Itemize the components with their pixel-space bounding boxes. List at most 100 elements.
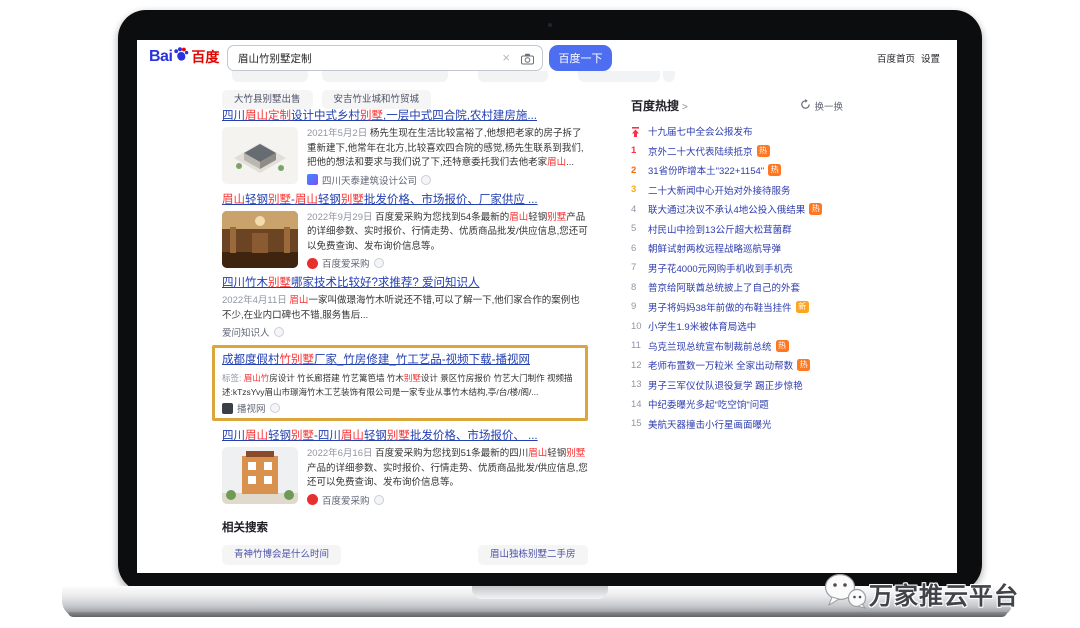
hot-search-item: 8普京给阿联酋总统披上了自己的外套: [631, 281, 843, 293]
hot-item-link[interactable]: 男子花4000元网购手机收到手机壳: [648, 261, 793, 275]
title-text: 四川: [222, 110, 245, 122]
result-thumbnail[interactable]: [222, 127, 298, 184]
logo-text-bai: Bai: [149, 48, 172, 66]
title-text: 竹别墅: [280, 354, 315, 366]
watermark-text: 万家推云平台: [869, 576, 1019, 611]
hot-item-link[interactable]: 男子三军仪仗队退役复学 踢正步惊艳: [648, 378, 803, 392]
result-source-row: 播视网: [222, 401, 577, 415]
chevron-right-icon: >: [682, 102, 688, 113]
hot-rank: 8: [631, 282, 648, 293]
hot-search-item: 231省份昨增本土"322+1154"热: [631, 164, 843, 176]
hot-rank: 12: [631, 360, 648, 371]
hot-search-item: 6朝鲜试射两枚远程战略巡航导弹: [631, 242, 843, 254]
hot-rank: 1: [631, 145, 648, 156]
source-favicon-icon: [307, 494, 318, 505]
hot-item-link[interactable]: 二十大新闻中心开始对外接待服务: [648, 183, 791, 197]
hot-search-item: 13男子三军仪仗队退役复学 踢正步惊艳: [631, 379, 843, 391]
hot-item-link[interactable]: 十九届七中全会公报发布: [648, 124, 753, 138]
title-text: 轻钢: [364, 430, 387, 442]
hot-search-item: 5村民山中捡到13公斤超大松茸菌群: [631, 223, 843, 235]
logo-text-cn: 百度: [191, 47, 219, 67]
title-text: 四川: [222, 430, 245, 442]
refresh-hot-search[interactable]: 换一换: [800, 99, 843, 113]
title-text: 哪家技术比较好?求推荐? 爱问知识人: [291, 277, 480, 289]
title-text: 眉山定制: [245, 110, 291, 122]
hot-item-link[interactable]: 普京给阿联酋总统披上了自己的外套: [648, 280, 800, 294]
laptop-base-notch: [472, 586, 608, 599]
source-more-icon[interactable]: [421, 175, 431, 185]
hot-rank: 7: [631, 262, 648, 273]
title-text: 别墅: [291, 430, 314, 442]
hot-rank: 9: [631, 301, 648, 312]
result-source-row: 爱问知识人: [222, 325, 588, 339]
source-name[interactable]: 播视网: [237, 401, 266, 415]
related-search-title: 相关搜索: [222, 519, 588, 535]
search-button[interactable]: 百度一下: [549, 45, 612, 71]
refresh-label: 换一换: [814, 99, 843, 113]
baidu-logo[interactable]: Bai 百度: [149, 46, 219, 67]
source-name[interactable]: 百度爱采购: [322, 256, 370, 270]
hot-item-link[interactable]: 京外二十大代表陆续抵京: [648, 144, 753, 158]
result-snippet: 2021年5月2日 杨先生现在生活比较富裕了,他想把老家的房子拆了重新建下,他常…: [307, 127, 588, 171]
clipped-chip[interactable]: [322, 71, 448, 82]
hot-item-link[interactable]: 村民山中捡到13公斤超大松茸菌群: [648, 222, 792, 236]
snippet-text: 2022年6月16日: [307, 448, 375, 459]
related-search-chip[interactable]: 青神竹博会是什么时间: [222, 545, 341, 565]
clear-search-icon[interactable]: ×: [502, 50, 510, 65]
hot-item-link[interactable]: 乌克兰现总统宣布制裁前总统: [648, 339, 772, 353]
result-text-block: 2021年5月2日 杨先生现在生活比较富裕了,他想把老家的房子拆了重新建下,他常…: [307, 127, 588, 187]
hot-badge: 新: [796, 301, 809, 313]
snippet-text: 眉山: [547, 157, 566, 168]
result-text-block: 标签: 眉山竹房设计 竹长廊搭建 竹艺篱笆墙 竹木别墅设计 景区竹房报价 竹艺大…: [222, 371, 577, 415]
source-name[interactable]: 爱问知识人: [222, 325, 270, 339]
clipped-chip[interactable]: [578, 71, 660, 82]
hot-item-link[interactable]: 中纪委曝光多起"吃空饷"问题: [648, 397, 769, 411]
hot-item-link[interactable]: 朝鲜试射两枚远程战略巡航导弹: [648, 241, 781, 255]
hot-search-title[interactable]: 百度热搜: [631, 99, 679, 113]
hot-search-header: 百度热搜> 换一换: [631, 97, 843, 113]
source-name[interactable]: 百度爱采购: [322, 493, 370, 507]
hot-item-link[interactable]: 美航天器撞击小行星画面曝光: [648, 417, 772, 431]
baidu-paw-icon: [173, 46, 189, 67]
source-more-icon[interactable]: [374, 258, 384, 268]
title-text: 批发价格、市场报价、 ...: [410, 430, 538, 442]
hot-item-link[interactable]: 老师布置数一万粒米 全家出动帮数: [648, 358, 793, 372]
clipped-chip[interactable]: [232, 71, 308, 82]
hot-search-item: 1京外二十大代表陆续抵京热: [631, 145, 843, 157]
result-title-link[interactable]: 四川眉山定制设计中式乡村别墅,一层中式四合院,农村建房施...: [222, 109, 588, 123]
clipped-chip[interactable]: [663, 71, 675, 82]
clipped-chip[interactable]: [478, 71, 548, 82]
nav-settings[interactable]: 设置: [921, 51, 940, 65]
snippet-text: 房设计 竹长廊搭建 竹艺篱笆墙 竹木: [269, 373, 404, 383]
hot-rank: 15: [631, 418, 648, 429]
result-thumbnail[interactable]: [222, 211, 298, 268]
source-more-icon[interactable]: [270, 403, 280, 413]
title-text: 成都度假村: [222, 354, 280, 366]
hot-item-link[interactable]: 31省份昨增本土"322+1154": [648, 163, 764, 177]
source-more-icon[interactable]: [374, 495, 384, 505]
hot-item-link[interactable]: 男子将妈妈38年前做的布鞋当挂件: [648, 300, 792, 314]
result-title-link[interactable]: 四川眉山轻钢别墅-四川眉山轻钢别墅批发价格、市场报价、 ...: [222, 429, 588, 443]
filter-chip[interactable]: 大竹县别墅出售: [222, 90, 313, 109]
hot-search-item: 十九届七中全会公报发布: [631, 125, 843, 137]
camera-search-icon[interactable]: [521, 52, 534, 70]
result-thumbnail[interactable]: [222, 447, 298, 504]
snippet-text: 眉山: [289, 295, 308, 306]
snippet-text: 百度爱采购为您找到54条最新的: [375, 212, 509, 223]
result-title-link[interactable]: 眉山轻钢别墅-眉山轻钢别墅批发价格、市场报价、厂家供应 ...: [222, 193, 588, 207]
related-search-chip[interactable]: 眉山独栋别墅二手房: [478, 545, 588, 565]
hot-item-link[interactable]: 小学生1.9米被体育局选中: [648, 319, 756, 333]
source-more-icon[interactable]: [274, 327, 284, 337]
hot-item-link[interactable]: 联大通过决议不承认4地公投入俄结果: [648, 202, 805, 216]
result-title-link[interactable]: 四川竹木别墅哪家技术比较好?求推荐? 爱问知识人: [222, 276, 588, 290]
hot-search-item: 14中纪委曝光多起"吃空饷"问题: [631, 398, 843, 410]
nav-baidu-home[interactable]: 百度首页: [877, 51, 915, 65]
title-text: 眉山: [245, 430, 268, 442]
page: Bai 百度 × 百度一下 百度首页 设置 大竹县别: [0, 0, 1080, 628]
filter-chip-row: 大竹县别墅出售安吉竹业城和竹贸城: [222, 90, 588, 109]
filter-chip[interactable]: 安吉竹业城和竹贸城: [322, 90, 432, 109]
source-name[interactable]: 四川天泰建筑设计公司: [322, 173, 417, 187]
result-title-link[interactable]: 成都度假村竹别墅厂家_竹房修建_竹工艺品-视频下载-播视网: [222, 353, 577, 367]
result-body: 2022年4月11日 眉山一家叫做璟海竹木听说还不错,可以了解一下,他们家合作的…: [222, 294, 588, 339]
search-input[interactable]: [227, 45, 543, 71]
